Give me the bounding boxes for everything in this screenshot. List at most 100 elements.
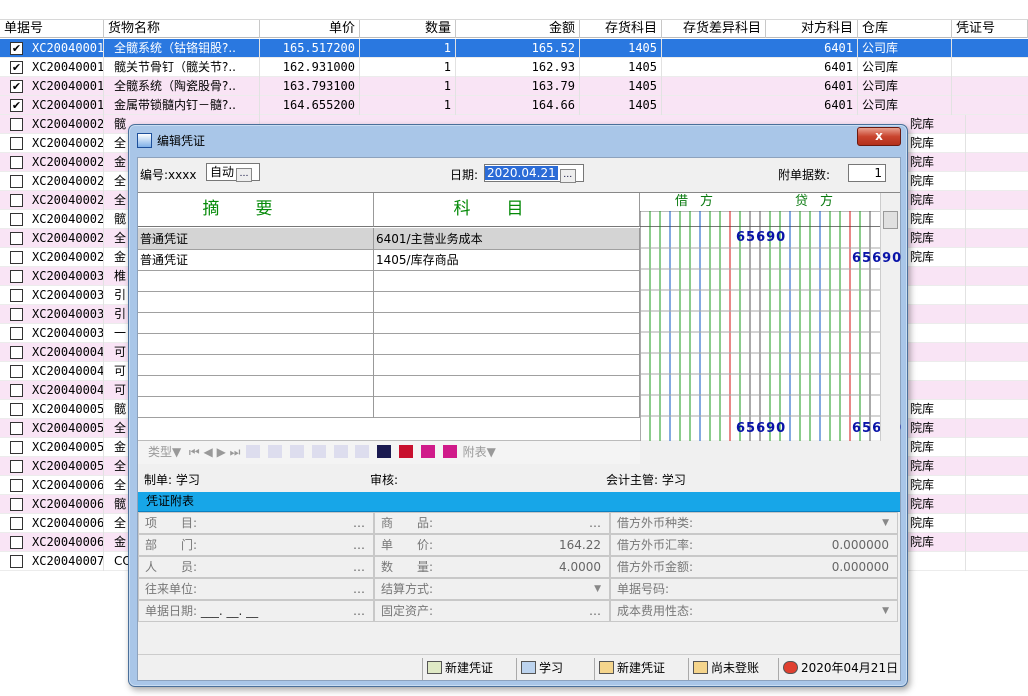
row-checkbox[interactable]: ✔: [10, 80, 23, 93]
next-record-icon[interactable]: ▶: [217, 445, 226, 459]
cancel-icon[interactable]: [399, 445, 414, 458]
voucher-row[interactable]: [138, 291, 640, 313]
close-button[interactable]: x: [857, 127, 901, 146]
entry-summary[interactable]: [138, 354, 374, 376]
entry-summary[interactable]: [138, 270, 374, 292]
voucher-row[interactable]: [138, 396, 640, 418]
row-checkbox[interactable]: [10, 365, 23, 378]
row-checkbox[interactable]: [10, 555, 23, 568]
col-header-doc-no[interactable]: 单据号: [0, 20, 104, 38]
entry-summary[interactable]: [138, 333, 374, 355]
calc-icon[interactable]: [355, 445, 370, 458]
entry-subject[interactable]: [374, 333, 640, 355]
doc-date-value[interactable]: ___. __. __: [201, 604, 258, 618]
row-checkbox[interactable]: [10, 308, 23, 321]
entry-summary[interactable]: [138, 291, 374, 313]
row-checkbox[interactable]: [10, 232, 23, 245]
row-checkbox[interactable]: [10, 289, 23, 302]
cost-nature-dropdown-icon[interactable]: ▼: [882, 601, 889, 622]
number-lookup-button[interactable]: …: [236, 168, 253, 182]
col-header-stock-subject[interactable]: 存货科目: [580, 20, 662, 38]
fx-type-dropdown-icon[interactable]: ▼: [882, 513, 889, 534]
prev-record-icon[interactable]: ◀: [204, 445, 213, 459]
col-header-opp-subject[interactable]: 对方科目: [766, 20, 858, 38]
doc-date-lookup[interactable]: …: [353, 601, 365, 622]
row-checkbox[interactable]: [10, 175, 23, 188]
entry-subject[interactable]: [374, 396, 640, 418]
delete-row-icon[interactable]: [268, 445, 283, 458]
row-checkbox[interactable]: [10, 498, 23, 511]
fx-rate-field[interactable]: 借方外币汇率: 0.000000: [610, 534, 898, 556]
voucher-scrollbar[interactable]: [880, 193, 900, 441]
entry-subject[interactable]: 6401/主营业务成本: [374, 228, 640, 250]
person-lookup[interactable]: …: [353, 557, 365, 578]
entry-summary[interactable]: [138, 396, 374, 418]
settle-field[interactable]: 结算方式: ▼: [374, 578, 610, 600]
first-record-icon[interactable]: ⏮: [185, 445, 200, 459]
row-checkbox[interactable]: ✔: [10, 99, 23, 112]
fixed-asset-field[interactable]: 固定资产:…: [374, 600, 610, 622]
unit-price-field[interactable]: 单 价: 164.22: [374, 534, 610, 556]
quantity-field[interactable]: 数 量: 4.0000: [374, 556, 610, 578]
entry-subject[interactable]: [374, 270, 640, 292]
table-row[interactable]: ✔ XC20040001 全髋系统（钴铬钼股?.. 165.517200 1 165.52…: [0, 39, 1028, 58]
date-picker-button[interactable]: …: [559, 169, 576, 183]
balance-icon[interactable]: [333, 445, 348, 458]
last-record-icon[interactable]: ⏭: [230, 445, 241, 459]
person-field[interactable]: 人 员:…: [138, 556, 374, 578]
number-field[interactable]: 自动…: [206, 163, 260, 182]
cost-nature-field[interactable]: 成本费用性态: ▼: [610, 600, 898, 622]
goods-lookup[interactable]: …: [589, 513, 601, 534]
import-icon[interactable]: [420, 445, 435, 458]
dept-lookup[interactable]: …: [353, 535, 365, 556]
voucher-row[interactable]: [138, 312, 640, 334]
project-field[interactable]: 项 目:…: [138, 512, 374, 534]
fixed-asset-lookup[interactable]: …: [589, 601, 601, 622]
row-checkbox[interactable]: [10, 137, 23, 150]
row-checkbox[interactable]: [10, 346, 23, 359]
insert-row-icon[interactable]: [246, 445, 261, 458]
col-header-qty[interactable]: 数量: [360, 20, 456, 38]
dept-field[interactable]: 部 门:…: [138, 534, 374, 556]
partner-field[interactable]: 往来单位:…: [138, 578, 374, 600]
row-checkbox[interactable]: [10, 536, 23, 549]
entry-subject[interactable]: 1405/库存商品: [374, 249, 640, 271]
doc-no-field[interactable]: 单据号码:: [610, 578, 898, 600]
attach-count-input[interactable]: 1: [848, 164, 886, 182]
col-header-price[interactable]: 单价: [260, 20, 360, 38]
row-checkbox[interactable]: [10, 270, 23, 283]
scroll-thumb[interactable]: [883, 211, 898, 229]
voucher-row[interactable]: 普通凭证 1405/库存商品: [138, 249, 640, 271]
col-header-goods-name[interactable]: 货物名称: [104, 20, 260, 38]
entry-subject[interactable]: [374, 354, 640, 376]
entry-summary[interactable]: [138, 312, 374, 334]
voucher-row[interactable]: [138, 354, 640, 376]
row-checkbox[interactable]: [10, 156, 23, 169]
col-header-warehouse[interactable]: 仓库: [858, 20, 952, 38]
paste-icon[interactable]: [311, 445, 326, 458]
col-header-amount[interactable]: 金额: [456, 20, 580, 38]
date-field[interactable]: 2020.04.21…: [484, 164, 584, 183]
project-lookup[interactable]: …: [353, 513, 365, 534]
voucher-row[interactable]: 普通凭证 6401/主营业务成本: [138, 228, 640, 250]
row-checkbox[interactable]: [10, 441, 23, 454]
type-dropdown[interactable]: 类型▼: [148, 445, 181, 459]
fx-amount-field[interactable]: 借方外币金额: 0.000000: [610, 556, 898, 578]
voucher-row[interactable]: [138, 270, 640, 292]
row-checkbox[interactable]: [10, 460, 23, 473]
table-row[interactable]: ✔ XC20040001 髋关节骨钉（髋关节?.. 162.931000 1 162.93…: [0, 58, 1028, 77]
voucher-row[interactable]: [138, 333, 640, 355]
entry-subject[interactable]: [374, 291, 640, 313]
row-checkbox[interactable]: [10, 251, 23, 264]
copy-icon[interactable]: [289, 445, 304, 458]
row-checkbox[interactable]: ✔: [10, 42, 23, 55]
entry-summary[interactable]: 普通凭证: [138, 228, 374, 250]
voucher-row[interactable]: [138, 375, 640, 397]
fx-type-field[interactable]: 借方外币种类: ▼: [610, 512, 898, 534]
row-checkbox[interactable]: [10, 213, 23, 226]
row-checkbox[interactable]: [10, 479, 23, 492]
row-checkbox[interactable]: [10, 403, 23, 416]
attach-table-dropdown[interactable]: 附表▼: [463, 445, 496, 459]
save-icon[interactable]: [377, 445, 392, 458]
partner-lookup[interactable]: …: [353, 579, 365, 600]
